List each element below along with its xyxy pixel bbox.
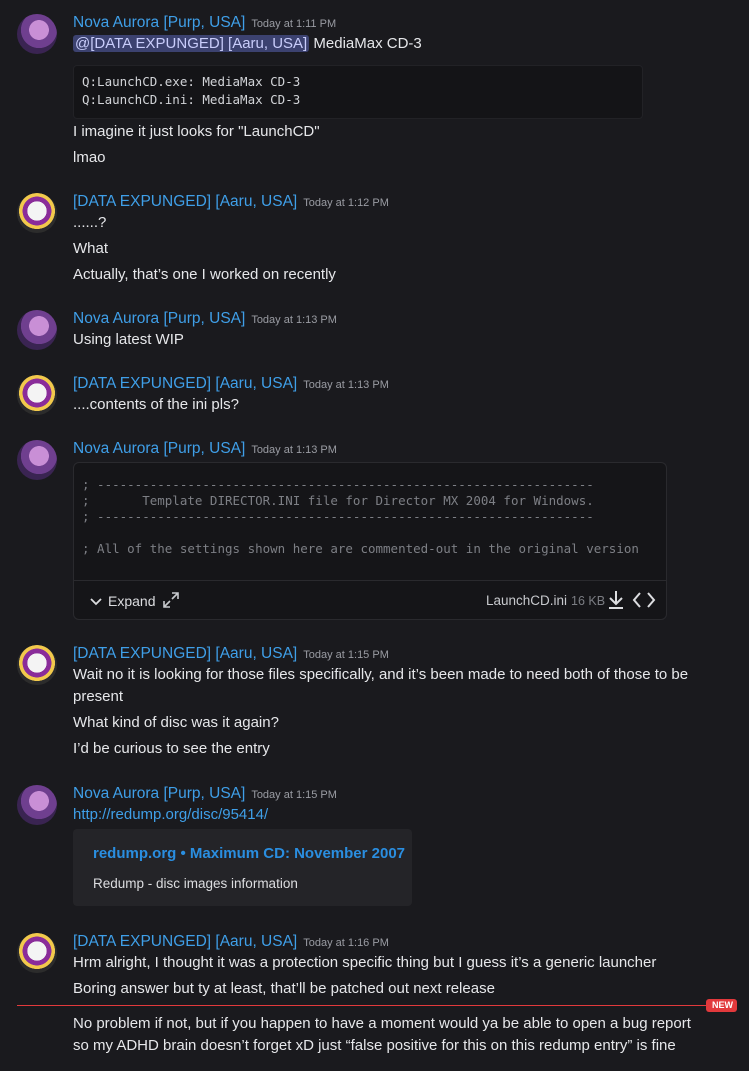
message-link[interactable]: http://redump.org/disc/95414/ bbox=[73, 806, 268, 823]
message-text: What bbox=[73, 240, 109, 257]
message-header: [DATA EXPUNGED] [Aaru, USA] Today at 1:12… bbox=[73, 193, 389, 211]
expand-label: Expand bbox=[108, 593, 156, 609]
message-text: What kind of disc was it again? bbox=[73, 714, 279, 731]
avatar[interactable] bbox=[17, 193, 57, 233]
author-name[interactable]: [DATA EXPUNGED] [Aaru, USA] bbox=[73, 193, 297, 210]
new-messages-divider bbox=[17, 1005, 737, 1006]
message-header: [DATA EXPUNGED] [Aaru, USA] Today at 1:13… bbox=[73, 375, 389, 393]
timestamp: Today at 1:15 PM bbox=[303, 649, 389, 661]
author-name[interactable]: Nova Aurora [Purp, USA] bbox=[73, 310, 245, 327]
file-preview: ; --------------------------------------… bbox=[82, 477, 639, 556]
message-header: Nova Aurora [Purp, USA] Today at 1:13 PM bbox=[73, 440, 337, 458]
timestamp: Today at 1:13 PM bbox=[251, 314, 337, 326]
timestamp: Today at 1:12 PM bbox=[303, 197, 389, 209]
avatar[interactable] bbox=[17, 14, 57, 54]
author-name[interactable]: Nova Aurora [Purp, USA] bbox=[73, 785, 245, 802]
expand-button[interactable]: Expand bbox=[90, 593, 155, 609]
embed-description: Redump - disc images information bbox=[93, 876, 298, 891]
message-header: Nova Aurora [Purp, USA] Today at 1:11 PM bbox=[73, 14, 336, 32]
file-info: LaunchCD.ini 16 KB bbox=[486, 593, 605, 608]
timestamp: Today at 1:13 PM bbox=[251, 444, 337, 456]
timestamp: Today at 1:15 PM bbox=[251, 789, 337, 801]
message-header: Nova Aurora [Purp, USA] Today at 1:13 PM bbox=[73, 310, 337, 328]
avatar[interactable] bbox=[17, 375, 57, 415]
chevron-down-icon bbox=[90, 593, 102, 609]
message-text: ......? bbox=[73, 214, 107, 231]
message-text: present bbox=[73, 688, 124, 705]
message-header: [DATA EXPUNGED] [Aaru, USA] Today at 1:16… bbox=[73, 933, 389, 951]
timestamp: Today at 1:11 PM bbox=[251, 18, 337, 30]
message-text: Wait no it is looking for those files sp… bbox=[73, 666, 689, 683]
file-size: 16 KB bbox=[571, 594, 606, 608]
message-text: Boring answer but ty at least, that’ll b… bbox=[73, 980, 495, 997]
user-mention[interactable]: @[DATA EXPUNGED] [Aaru, USA] bbox=[73, 35, 310, 52]
avatar[interactable] bbox=[17, 933, 57, 973]
message-text: ....contents of the ini pls? bbox=[73, 396, 239, 413]
avatar[interactable] bbox=[17, 440, 57, 480]
message-header: Nova Aurora [Purp, USA] Today at 1:15 PM bbox=[73, 785, 337, 803]
code-block: Q:LaunchCD.exe: MediaMax CD-3 Q:LaunchCD… bbox=[73, 65, 643, 119]
message-text: I’d be curious to see the entry bbox=[73, 740, 270, 757]
message-text: Using latest WIP bbox=[73, 331, 184, 348]
new-badge: NEW bbox=[706, 999, 737, 1012]
timestamp: Today at 1:16 PM bbox=[303, 937, 389, 949]
author-name[interactable]: [DATA EXPUNGED] [Aaru, USA] bbox=[73, 375, 297, 392]
author-name[interactable]: Nova Aurora [Purp, USA] bbox=[73, 440, 245, 457]
file-name[interactable]: LaunchCD.ini bbox=[486, 593, 567, 608]
message-line: @[DATA EXPUNGED] [Aaru, USA] MediaMax CD… bbox=[73, 35, 422, 52]
code-line: Q:LaunchCD.ini: MediaMax CD-3 bbox=[82, 92, 301, 107]
message-text: Hrm alright, I thought it was a protecti… bbox=[73, 954, 657, 971]
download-icon[interactable] bbox=[606, 589, 626, 611]
message-text: lmao bbox=[73, 149, 106, 166]
message-text: so my ADHD brain doesn’t forget xD just … bbox=[73, 1037, 676, 1054]
file-toolbar: Expand LaunchCD.ini 16 KB bbox=[74, 580, 666, 619]
embed-title[interactable]: redump.org • Maximum CD: November 2007 bbox=[93, 845, 405, 862]
author-name[interactable]: [DATA EXPUNGED] [Aaru, USA] bbox=[73, 645, 297, 662]
link-embed: redump.org • Maximum CD: November 2007 R… bbox=[73, 829, 412, 906]
avatar[interactable] bbox=[17, 310, 57, 350]
avatar[interactable] bbox=[17, 645, 57, 685]
message-text: No problem if not, but if you happen to … bbox=[73, 1015, 691, 1032]
author-name[interactable]: [DATA EXPUNGED] [Aaru, USA] bbox=[73, 933, 297, 950]
message-text: I imagine it just looks for "LaunchCD" bbox=[73, 123, 320, 140]
fullscreen-icon[interactable] bbox=[162, 591, 180, 609]
message-text: MediaMax CD-3 bbox=[309, 35, 422, 52]
message-header: [DATA EXPUNGED] [Aaru, USA] Today at 1:15… bbox=[73, 645, 389, 663]
message-text: Actually, that’s one I worked on recentl… bbox=[73, 266, 336, 283]
code-line: Q:LaunchCD.exe: MediaMax CD-3 bbox=[82, 74, 301, 89]
timestamp: Today at 1:13 PM bbox=[303, 379, 389, 391]
avatar[interactable] bbox=[17, 785, 57, 825]
file-attachment: ; --------------------------------------… bbox=[73, 462, 667, 620]
author-name[interactable]: Nova Aurora [Purp, USA] bbox=[73, 14, 245, 31]
code-view-icon[interactable] bbox=[632, 589, 656, 611]
